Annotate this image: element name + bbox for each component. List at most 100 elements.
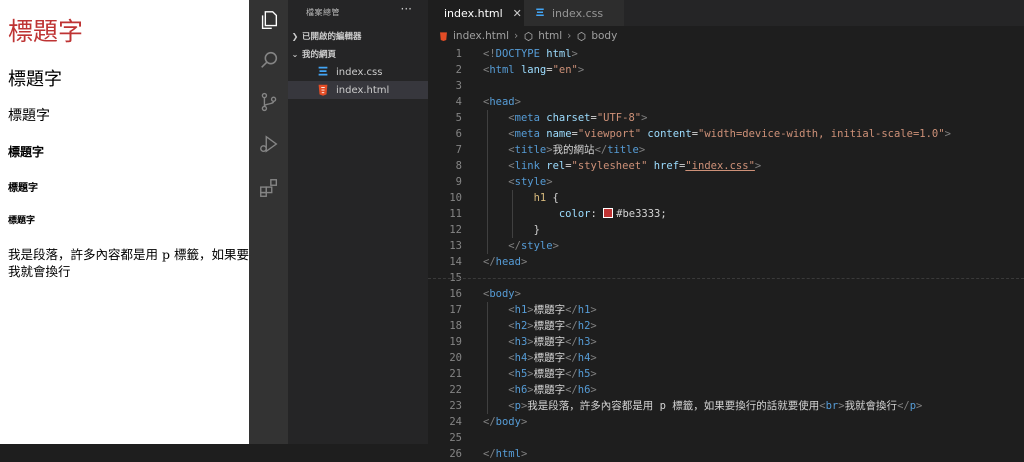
code-token: br [825, 400, 839, 412]
code-token: lang [520, 64, 547, 76]
code-token: > [916, 400, 923, 412]
code-line[interactable]: 22 <h6>標題字</h6> [428, 382, 1024, 398]
color-swatch[interactable] [603, 208, 614, 218]
line-number: 24 [449, 416, 462, 428]
run-debug-icon[interactable] [249, 124, 288, 164]
code-line[interactable]: 20 <h4>標題字</h4> [428, 350, 1024, 366]
code-token: </ [565, 320, 578, 332]
folder-section[interactable]: ⌄ 我的網頁 [288, 46, 428, 62]
browser-preview: 標題字 標題字 標題字 標題字 標題字 標題字 我是段落，許多內容都是用 p 標… [0, 0, 249, 444]
html-file-icon [440, 31, 447, 41]
code-token: #be3333; [616, 208, 667, 220]
code-line[interactable]: 14 </head> [428, 254, 1024, 270]
file-item-index-html[interactable]: index.html [288, 81, 428, 99]
code-token: href [653, 160, 680, 172]
code-line[interactable]: 6 <meta name="viewport" content="width=d… [428, 126, 1024, 142]
code-line[interactable]: 1 <!DOCTYPE html> [428, 46, 1024, 62]
tab-label: index.html [444, 6, 503, 20]
code-token: head [489, 96, 515, 108]
code-token: </ [594, 144, 608, 156]
code-token: "width=device-width, initial-scale=1.0" [698, 128, 945, 140]
code-line[interactable]: 26 </html> [428, 446, 1024, 462]
explorer-icon[interactable] [249, 0, 288, 40]
code-text: </style> [483, 238, 559, 254]
code-line[interactable]: 5 <meta charset="UTF-8"> [428, 110, 1024, 126]
chevron-right-icon: › [513, 30, 519, 42]
code-line[interactable]: 16 <body> [428, 286, 1024, 302]
code-token: h1 [577, 304, 591, 316]
code-text: </head> [483, 254, 527, 270]
code-token: 標題字 [533, 368, 566, 380]
tab-label: index.css [552, 6, 604, 20]
code-token: body [489, 288, 515, 300]
code-line[interactable]: 8 <link rel="stylesheet" href="index.css… [428, 158, 1024, 174]
code-text: <h5>標題字</h5> [483, 366, 596, 382]
code-text: color: #be3333; [483, 206, 667, 222]
code-token: > [590, 304, 597, 316]
code-line[interactable]: 2 <html lang="en"> [428, 62, 1024, 78]
code-token: html [489, 64, 515, 76]
code-text: <head> [483, 94, 521, 110]
code-token: </ [483, 448, 496, 460]
code-token: > [552, 240, 559, 252]
file-item-index-css[interactable]: index.css [288, 63, 428, 81]
code-line[interactable]: 23 <p>我是段落，許多內容都是用 p 標籤，如果要換行的話就要使用<br>我… [428, 398, 1024, 414]
code-line[interactable]: 9 <style> [428, 174, 1024, 190]
line-number: 19 [449, 336, 462, 348]
code-text: <body> [483, 286, 521, 302]
source-control-icon[interactable] [249, 82, 288, 122]
line-number: 20 [449, 352, 462, 364]
line-number: 1 [455, 48, 462, 60]
code-text: <html lang="en"> [483, 62, 584, 78]
code-token: 我就會換行 [844, 400, 898, 412]
code-token: charset [546, 112, 591, 124]
code-token: h3 [514, 336, 528, 348]
code-line[interactable]: 18 <h2>標題字</h2> [428, 318, 1024, 334]
code-area[interactable]: 1 <!DOCTYPE html> 2 <html lang="en"> 3 4 <head… [428, 46, 1024, 460]
current-line-highlight [428, 278, 1024, 279]
code-text: </html> [483, 446, 527, 462]
breadcrumb-item-file[interactable]: index.html [438, 30, 509, 42]
extensions-icon[interactable] [249, 168, 288, 208]
code-token: > [546, 176, 553, 188]
code-line[interactable]: 13 </style> [428, 238, 1024, 254]
code-text: <!DOCTYPE html> [483, 46, 578, 62]
breadcrumb-item-html[interactable]: html [523, 30, 562, 42]
line-number: 4 [455, 96, 462, 108]
code-token: { [546, 192, 559, 204]
code-text: </body> [483, 414, 527, 430]
close-icon[interactable]: ✕ [513, 7, 522, 20]
code-token: > [590, 352, 597, 364]
code-token: name [546, 128, 572, 140]
code-line[interactable]: 7 <title>我的網站</title> [428, 142, 1024, 158]
code-token: meta [514, 112, 540, 124]
preview-h5: 標題字 [8, 183, 38, 194]
tab-index-html[interactable]: index.html ✕ [428, 0, 524, 26]
code-line[interactable]: 24 </body> [428, 414, 1024, 430]
code-line[interactable]: 4 <head> [428, 94, 1024, 110]
code-line[interactable]: 17 <h1>標題字</h1> [428, 302, 1024, 318]
code-line[interactable]: 12 } [428, 222, 1024, 238]
code-token: </ [897, 400, 910, 412]
open-editors-section[interactable]: ❯ 已開啟的編輯器 [288, 28, 428, 44]
preview-h1: 標題字 [8, 17, 84, 46]
code-token: 標題字 [533, 320, 566, 332]
code-line[interactable]: 21 <h5>標題字</h5> [428, 366, 1024, 382]
search-icon[interactable] [249, 40, 288, 80]
tab-index-css[interactable]: index.css [524, 0, 624, 26]
editor: index.html ✕ index.css index.html › html… [428, 0, 1024, 460]
code-line[interactable]: 11 color: #be3333; [428, 206, 1024, 222]
line-number: 3 [455, 80, 462, 92]
css-file-icon [536, 8, 544, 16]
code-line[interactable]: 3 [428, 78, 1024, 94]
code-line[interactable]: 10 h1 { [428, 190, 1024, 206]
folder-label: 我的網頁 [302, 50, 337, 60]
code-token: </ [565, 336, 578, 348]
code-line[interactable]: 19 <h3>標題字</h3> [428, 334, 1024, 350]
code-text: <h3>標題字</h3> [483, 334, 596, 350]
code-token: head [495, 256, 521, 268]
explorer-sidebar: 檔案總管 ··· ❯ 已開啟的編輯器 ⌄ 我的網頁 index.css inde… [288, 0, 428, 444]
more-actions-button[interactable]: ··· [401, 2, 412, 16]
breadcrumb-item-body[interactable]: body [576, 30, 617, 42]
code-token: </ [565, 368, 578, 380]
